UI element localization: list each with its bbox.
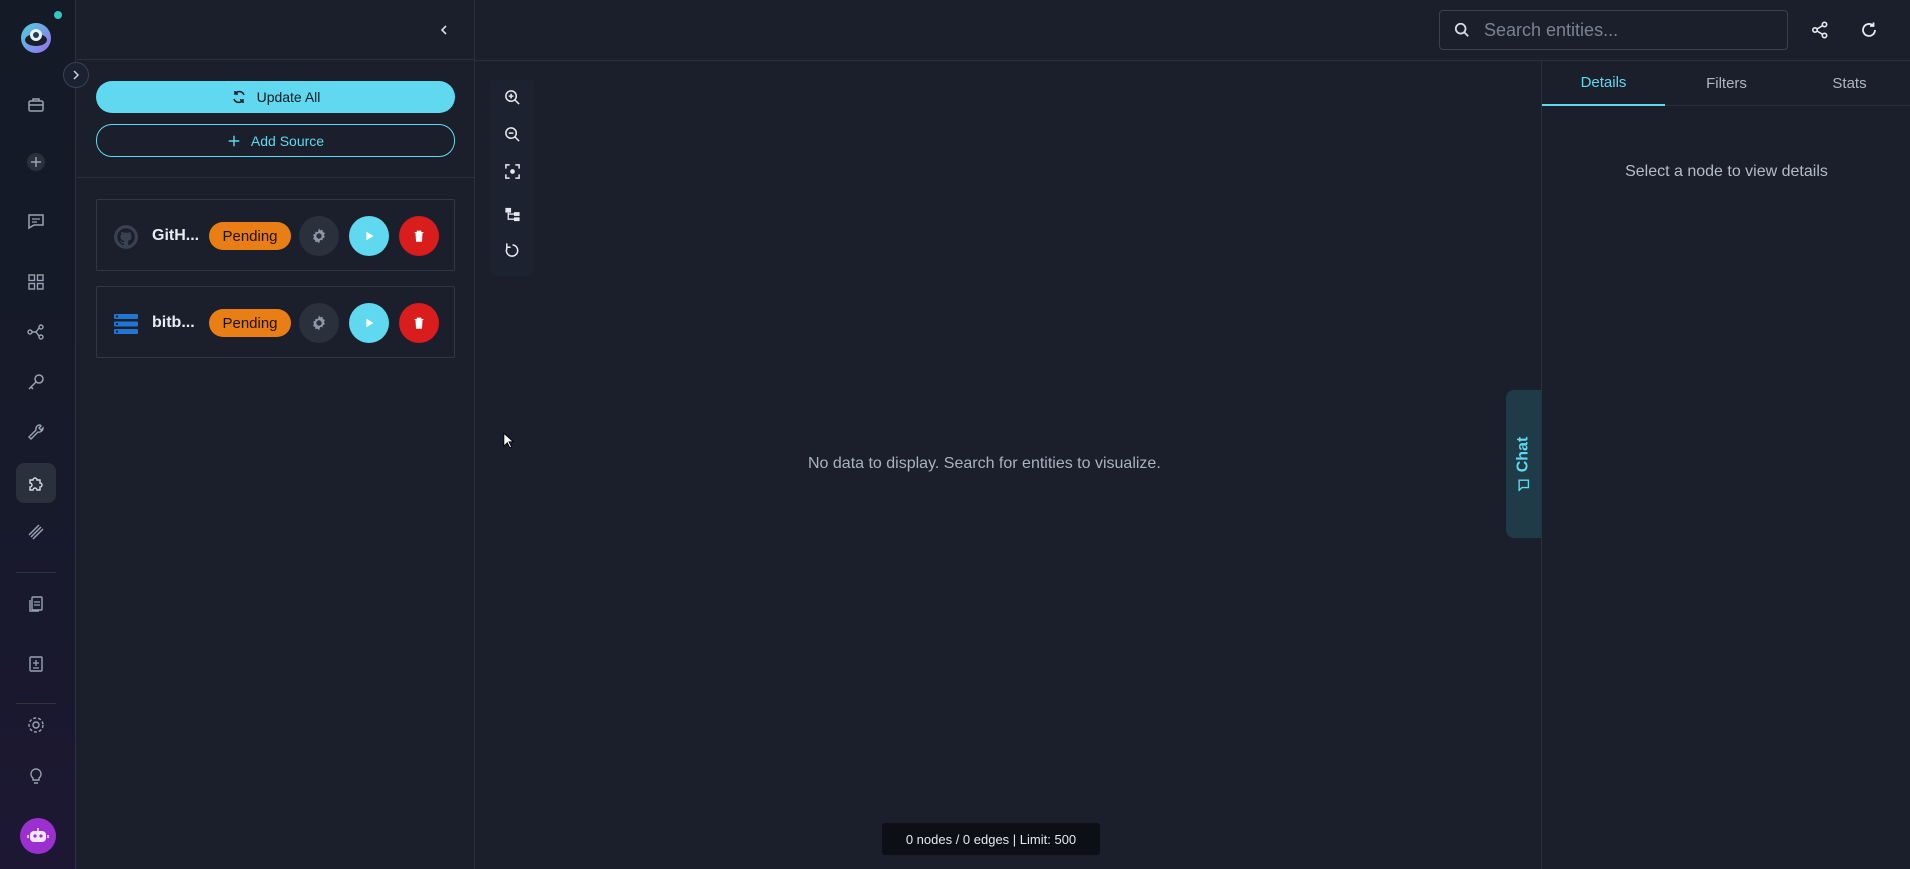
- puzzle-icon: [29, 477, 43, 491]
- refresh-icon: [1862, 22, 1876, 37]
- rail-item-dashboard[interactable]: [16, 262, 56, 302]
- bitbucket-icon: [113, 311, 139, 337]
- chat-bubble-icon: [1518, 479, 1529, 492]
- plus-icon: [27, 153, 45, 171]
- zoom-in-icon: [504, 89, 520, 105]
- source-card: GitH... Pending: [96, 199, 455, 271]
- rail-item-chat[interactable]: [16, 201, 56, 241]
- graph-status-bar: 0 nodes / 0 edges | Limit: 500: [882, 823, 1100, 855]
- reset-icon: [505, 242, 518, 257]
- rail-item-ideas[interactable]: [16, 756, 56, 796]
- tab-details[interactable]: Details: [1542, 61, 1665, 106]
- source-card: bitb... Pending: [96, 286, 455, 358]
- update-all-label: Update All: [256, 89, 321, 105]
- rail-item-briefcase[interactable]: [16, 85, 56, 125]
- rail-item-key[interactable]: [16, 362, 56, 402]
- source-name: bitb...: [152, 314, 195, 331]
- graph-toolbar: [490, 80, 534, 276]
- documents-icon: [29, 596, 43, 612]
- tab-filters[interactable]: Filters: [1665, 61, 1788, 106]
- status-dot: [54, 11, 62, 19]
- rail-item-integrations[interactable]: [16, 463, 56, 503]
- lightbulb-icon: [30, 768, 42, 784]
- rail-item-graph[interactable]: [16, 312, 56, 352]
- rail-divider: [16, 703, 56, 704]
- search-input[interactable]: [1484, 19, 1764, 41]
- fit-view-icon: [504, 163, 520, 179]
- source-run-button[interactable]: [349, 303, 389, 343]
- play-icon: [366, 231, 374, 241]
- wrench-icon: [28, 424, 44, 440]
- settings-icon: [28, 717, 44, 733]
- rail-item-settings[interactable]: [16, 705, 56, 745]
- details-panel: Details Filters Stats Select a node to v…: [1541, 61, 1910, 869]
- assistant-avatar[interactable]: [20, 818, 56, 854]
- share-button[interactable]: [1808, 18, 1832, 42]
- zoom-out-button[interactable]: [502, 124, 522, 144]
- empty-graph-message: No data to display. Search for entities …: [808, 455, 1161, 472]
- reset-view-button[interactable]: [502, 240, 522, 260]
- gear-icon: [313, 228, 325, 244]
- refresh-icon: [232, 90, 245, 104]
- source-settings-button[interactable]: [299, 303, 339, 343]
- rail-item-tools[interactable]: [16, 412, 56, 452]
- key-icon: [28, 374, 44, 390]
- layers-icon: [28, 524, 44, 540]
- chat-icon: [28, 214, 44, 230]
- plus-icon: [228, 135, 240, 146]
- update-all-button[interactable]: Update All: [96, 81, 455, 113]
- trash-icon: [414, 230, 424, 242]
- layout-button[interactable]: [502, 204, 522, 224]
- details-empty-hint: Select a node to view details: [1625, 163, 1828, 180]
- add-source-button[interactable]: Add Source: [96, 124, 455, 157]
- details-tabs: Details Filters Stats: [1542, 61, 1910, 106]
- collapse-panel-button[interactable]: [434, 20, 454, 40]
- source-name: GitH...: [152, 227, 200, 244]
- search-box[interactable]: [1439, 10, 1788, 50]
- rail-item-add[interactable]: [16, 142, 56, 182]
- chevron-right-icon: [73, 70, 80, 80]
- search-icon: [1454, 22, 1469, 37]
- rail-item-layers[interactable]: [16, 512, 56, 552]
- robot-icon: [27, 828, 49, 842]
- source-settings-button[interactable]: [299, 216, 339, 256]
- rail-divider: [16, 572, 56, 573]
- mouse-cursor-icon: [503, 432, 515, 455]
- hierarchy-icon: [504, 207, 520, 221]
- chat-toggle-tab[interactable]: Chat: [1506, 390, 1541, 538]
- sources-divider: [77, 177, 475, 178]
- status-badge: Pending: [209, 309, 291, 337]
- add-source-label: Add Source: [250, 132, 325, 149]
- status-badge: Pending: [209, 222, 291, 250]
- gear-icon: [313, 315, 325, 331]
- sources-panel: Update All Add Source GitH... Pending bi…: [77, 0, 475, 869]
- source-run-button[interactable]: [349, 216, 389, 256]
- source-delete-button[interactable]: [399, 216, 439, 256]
- trash-icon: [414, 317, 424, 329]
- graph-network-icon: [27, 324, 44, 340]
- expand-rail-button[interactable]: [63, 62, 89, 88]
- rail-item-reports[interactable]: [16, 644, 56, 684]
- fit-view-button[interactable]: [502, 161, 522, 181]
- refresh-button[interactable]: [1857, 18, 1881, 42]
- share-icon: [1811, 21, 1828, 39]
- rail-item-documents[interactable]: [16, 584, 56, 624]
- app-logo-icon[interactable]: [18, 20, 54, 56]
- github-icon: [113, 224, 139, 250]
- dashboard-grid-icon: [28, 274, 44, 290]
- zoom-in-button[interactable]: [502, 87, 522, 107]
- source-delete-button[interactable]: [399, 303, 439, 343]
- chevron-left-icon: [440, 25, 447, 35]
- zoom-out-icon: [504, 126, 520, 142]
- app-rail: [0, 0, 89, 869]
- tab-stats[interactable]: Stats: [1788, 61, 1910, 106]
- sources-panel-header: [77, 0, 474, 60]
- briefcase-icon: [28, 98, 44, 112]
- chat-label: Chat: [1514, 436, 1532, 473]
- report-icon: [29, 656, 43, 672]
- play-icon: [366, 318, 374, 328]
